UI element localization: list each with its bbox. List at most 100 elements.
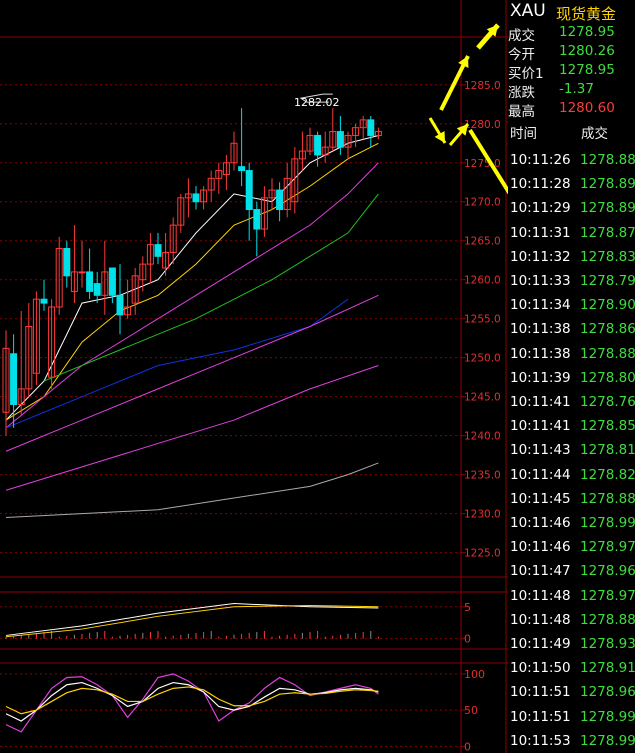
tick-price: 1278.89 (580, 200, 635, 217)
tick-price: 1278.91 (580, 660, 635, 677)
tick-time: 10:11:48 (510, 611, 571, 628)
tick-row: 10:11:38 1278.86 (508, 317, 635, 341)
candle-body (10, 353, 18, 405)
quote-row: 今开 1280.26 (508, 43, 635, 63)
axis-tick-label: 1235.0 (464, 470, 501, 482)
quote-value: 1278.95 (559, 62, 615, 78)
axis-tick-label: 0 (464, 633, 471, 646)
tick-row: 10:11:26 1278.88 (508, 148, 635, 172)
tick-time: 10:11:46 (510, 539, 571, 556)
candle-body (154, 244, 162, 257)
tick-time: 10:11:50 (510, 660, 571, 677)
high-price-label: 1282.02 (294, 96, 340, 109)
quote-value: -1.37 (559, 81, 594, 97)
candle-body (116, 294, 124, 316)
tick-time: 10:11:51 (510, 684, 571, 701)
quote-label: 涨跌 (508, 85, 535, 101)
tick-time: 10:11:49 (510, 636, 571, 652)
tick-time: 10:11:38 (510, 345, 571, 362)
candle-body (192, 193, 200, 203)
tick-price: 1278.97 (580, 587, 635, 604)
tick-price: 1278.99 (580, 732, 635, 749)
quote-row: 买价1 1278.95 (508, 62, 635, 82)
tick-table-header: 时间 成交 (508, 122, 635, 144)
tick-row: 10:11:46 1278.99 (508, 511, 635, 535)
candle-body (367, 119, 375, 136)
tick-row: 10:11:34 1278.90 (508, 293, 635, 317)
tick-price: 1278.79 (580, 273, 635, 289)
indicator-line (5, 681, 379, 722)
tick-time: 10:11:34 (510, 297, 571, 314)
tick-row: 10:11:33 1278.79 (508, 269, 635, 293)
candle-body (63, 248, 71, 277)
tick-row: 10:11:48 1278.88 (508, 608, 635, 632)
candle-body (108, 267, 116, 296)
tick-price: 1278.88 (580, 611, 635, 628)
axis-tick-label: 1285.0 (464, 80, 501, 92)
tick-price: 1278.83 (580, 248, 635, 265)
candle-body (276, 189, 284, 211)
tick-row: 10:11:50 1278.91 (508, 656, 635, 680)
candle-body (40, 298, 48, 304)
tick-time: 10:11:38 (510, 321, 571, 338)
axis-tick-label: 1265.0 (464, 236, 501, 248)
tick-time: 10:11:48 (510, 587, 571, 604)
tick-price: 1278.96 (580, 684, 635, 701)
axis-tick-label: 1280.0 (464, 119, 501, 131)
tick-price: 1278.97 (580, 539, 635, 556)
quote-row: 最高 1280.60 (508, 100, 635, 120)
tick-price: 1278.90 (580, 297, 635, 314)
tick-row: 10:11:41 1278.85 (508, 414, 635, 438)
tick-row: 10:11:48 1278.97 (508, 584, 635, 608)
chart-area: 1285.01280.01275.01270.01265.01260.01255… (0, 0, 508, 753)
quote-header: XAU 现货黄金 (508, 0, 635, 24)
quote-value: 1280.26 (559, 43, 615, 59)
tick-time: 10:11:53 (510, 732, 571, 749)
candle-body (93, 283, 101, 296)
tick-row: 10:11:41 1278.76 (508, 390, 635, 414)
tick-time: 10:11:43 (510, 442, 571, 459)
tick-time: 10:11:32 (510, 248, 571, 265)
quote-value: 1280.60 (559, 100, 615, 116)
tick-time: 10:11:44 (510, 466, 571, 483)
tick-price: 1278.93 (580, 636, 635, 652)
moving-average-line (5, 462, 379, 519)
tick-row: 10:11:38 1278.88 (508, 342, 635, 366)
tick-price: 1278.76 (580, 394, 635, 410)
tick-row: 10:11:51 1278.99 (508, 705, 635, 729)
tick-price: 1278.88 (580, 345, 635, 362)
tick-row: 10:11:32 1278.83 (508, 245, 635, 269)
candle-body (253, 209, 261, 230)
tick-time: 10:11:33 (510, 273, 571, 289)
tick-price: 1278.88 (580, 490, 635, 507)
quote-row: 成交 1278.95 (508, 24, 635, 44)
candle-body (314, 134, 322, 156)
quote-label: 买价1 (508, 66, 544, 82)
quote-panel: XAU 现货黄金 成交 1278.95 今开 1280.26 买价1 1278.95 涨跌 -… (508, 0, 635, 753)
tick-row: 10:11:45 1278.88 (508, 487, 635, 511)
tick-row: 10:11:44 1278.82 (508, 463, 635, 487)
tick-price: 1278.99 (580, 708, 635, 725)
candle-body (238, 166, 246, 172)
tick-row: 10:11:43 1278.81 (508, 438, 635, 462)
candle-body (78, 271, 86, 274)
tick-price: 1278.99 (580, 515, 635, 531)
tick-time: 10:11:41 (510, 394, 571, 410)
axis-tick-label: 50 (464, 704, 478, 717)
tick-row: 10:11:47 1278.96 (508, 559, 635, 583)
tick-time: 10:11:26 (510, 152, 571, 168)
tick-time: 10:11:41 (510, 418, 571, 435)
tick-price: 1278.82 (580, 466, 635, 483)
time-column-header: 时间 (510, 126, 537, 142)
tick-price: 1278.89 (580, 176, 635, 193)
axis-tick-label: 1270.0 (464, 197, 501, 209)
axis-tick-label: 1255.0 (464, 314, 501, 326)
tick-time: 10:11:31 (510, 224, 571, 241)
axis-tick-label: 1230.0 (464, 509, 501, 521)
tick-time: 10:11:45 (510, 490, 571, 507)
tick-row: 10:11:28 1278.89 (508, 172, 635, 196)
tick-row: 10:11:39 1278.80 (508, 366, 635, 390)
tick-price: 1278.86 (580, 321, 635, 338)
tick-row: 10:11:31 1278.87 (508, 221, 635, 245)
quote-label: 今开 (508, 47, 535, 63)
